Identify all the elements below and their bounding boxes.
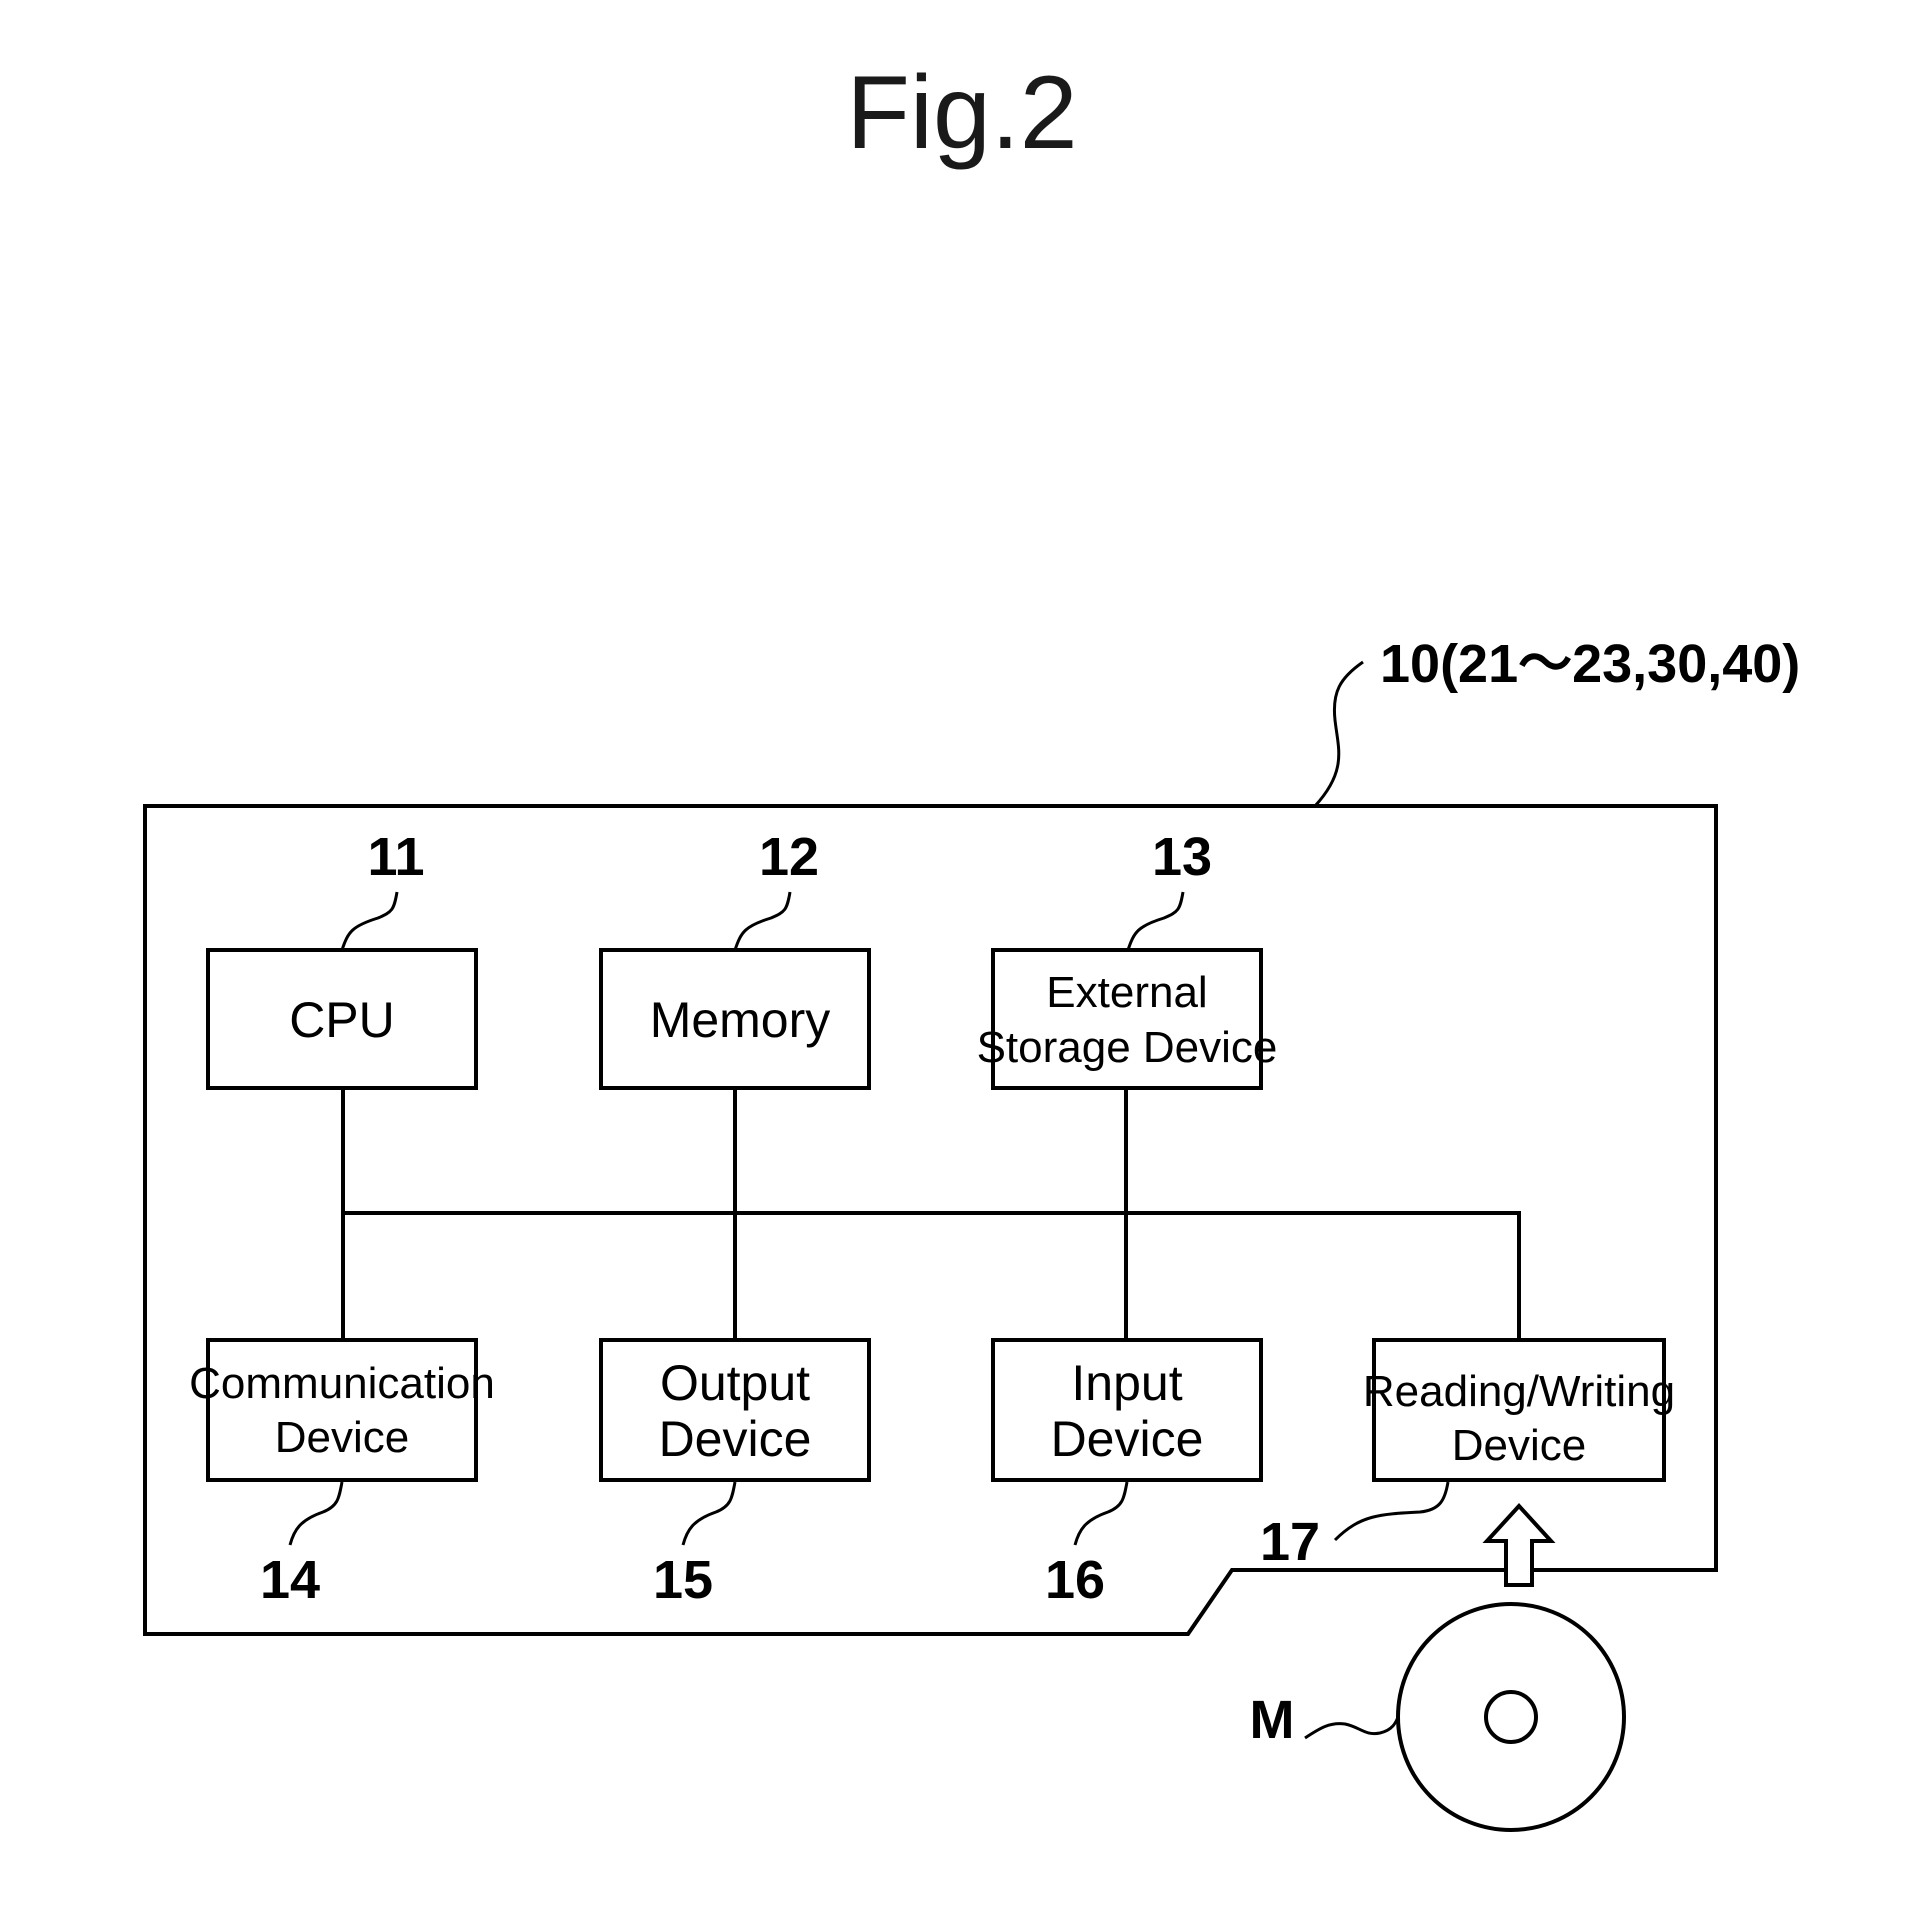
- component-reading-writing: Reading/Writing Device 17: [1260, 1338, 1675, 1572]
- ref-13: 13: [1152, 827, 1212, 887]
- medium-leader-line: [1304, 1716, 1400, 1740]
- system-label: 10(21〜23,30,40): [1380, 634, 1800, 694]
- leader-14: [288, 1481, 344, 1546]
- output-label-line2: Device: [659, 1411, 812, 1467]
- component-external-storage: External Storage Device 13: [977, 827, 1278, 1090]
- system-enclosure: [143, 804, 1718, 1636]
- component-input: Input Device 16: [991, 1338, 1263, 1610]
- medium-label: M: [1250, 1690, 1295, 1750]
- recording-medium: M: [1250, 1602, 1626, 1832]
- system-leader-line: [1313, 660, 1364, 808]
- cpu-label: CPU: [289, 992, 395, 1048]
- input-label-line1: Input: [1071, 1355, 1182, 1411]
- ref-15: 15: [653, 1550, 713, 1610]
- leader-15: [681, 1481, 737, 1546]
- input-label-line2: Device: [1051, 1411, 1204, 1467]
- ref-11: 11: [367, 827, 424, 887]
- reading-writing-label-line1: Reading/Writing: [1363, 1367, 1675, 1416]
- ref-16: 16: [1045, 1550, 1105, 1610]
- block-diagram: Fig.2 10(21〜23,30,40) CPU 11 Memory 12 E…: [143, 55, 1800, 1832]
- system-bus: [341, 1088, 1521, 1340]
- reading-writing-label-line2: Device: [1452, 1421, 1587, 1470]
- output-label-line1: Output: [660, 1355, 810, 1411]
- figure-title: Fig.2: [846, 55, 1077, 171]
- ref-14: 14: [260, 1550, 320, 1610]
- up-arrow-icon: [1482, 1503, 1556, 1587]
- component-communication: Communication Device 14: [189, 1338, 495, 1610]
- communication-label-line1: Communication: [189, 1359, 495, 1408]
- component-memory: Memory 12: [599, 827, 871, 1090]
- disk-outer-icon: [1396, 1602, 1626, 1832]
- ref-12: 12: [759, 827, 819, 887]
- communication-label-line2: Device: [275, 1413, 410, 1462]
- ref-17: 17: [1260, 1512, 1320, 1572]
- component-output: Output Device 15: [599, 1338, 871, 1610]
- leader-16: [1073, 1481, 1129, 1546]
- leader-17: [1333, 1481, 1450, 1542]
- external-storage-label-line1: External: [1046, 968, 1207, 1017]
- leader-11: [340, 891, 399, 951]
- component-cpu: CPU 11: [206, 827, 478, 1090]
- external-storage-label-line2: Storage Device: [977, 1023, 1278, 1072]
- disk-hole-icon: [1484, 1690, 1538, 1744]
- leader-13: [1126, 891, 1185, 951]
- leader-12: [733, 891, 792, 951]
- memory-label: Memory: [650, 992, 831, 1048]
